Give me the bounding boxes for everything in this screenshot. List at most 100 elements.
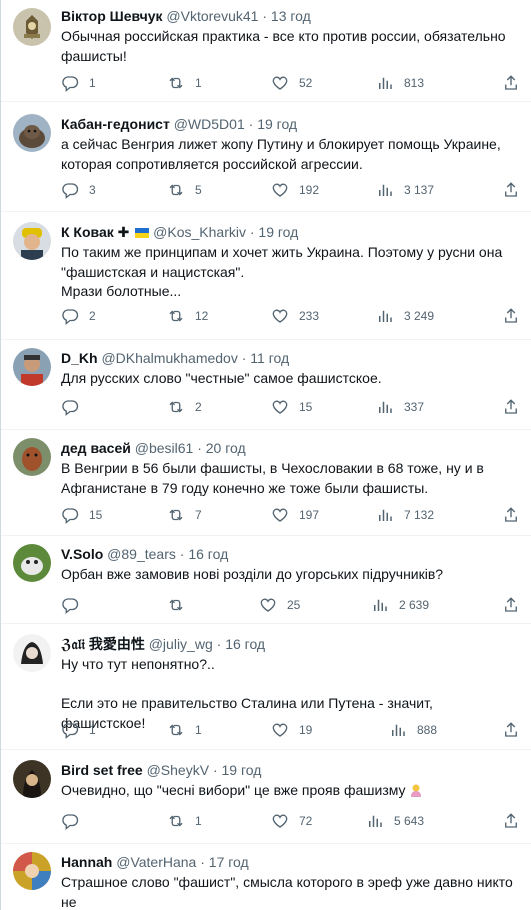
avatar[interactable]: [13, 222, 51, 260]
reply-button[interactable]: 15: [61, 505, 102, 525]
tweet[interactable]: D_Kh @DKhalmukhamedov · 11 год Для русск…: [1, 340, 531, 430]
timestamp[interactable]: 11 год: [250, 350, 289, 366]
retweet-button[interactable]: 1: [167, 720, 202, 740]
timestamp[interactable]: 16 год: [225, 636, 265, 652]
views-button[interactable]: 3 137: [376, 180, 434, 200]
avatar[interactable]: [13, 438, 51, 476]
reply-icon: [61, 307, 79, 325]
views-button[interactable]: 2 639: [371, 595, 429, 615]
tweet-header: Кабан-гедонист @WD5D01 · 19 год: [61, 114, 519, 134]
tweet-header: D_Kh @DKhalmukhamedov · 11 год: [61, 348, 519, 368]
timestamp[interactable]: 16 год: [188, 546, 228, 562]
retweet-button[interactable]: [167, 595, 195, 615]
timestamp[interactable]: 19 год: [257, 116, 297, 132]
timestamp[interactable]: 19 год: [222, 762, 262, 778]
share-button[interactable]: [502, 595, 520, 615]
retweet-button[interactable]: 5: [167, 180, 202, 200]
like-button[interactable]: 192: [271, 180, 319, 200]
retweet-button[interactable]: 1: [167, 811, 202, 831]
author-handle[interactable]: @89_tears: [107, 546, 176, 562]
author-handle[interactable]: @DKhalmukhamedov: [101, 350, 237, 366]
reply-count: 1: [89, 76, 96, 90]
tweet-text: По таким же принципам и хочет жить Украи…: [61, 244, 503, 300]
author-name[interactable]: Віктор Шевчук: [61, 8, 163, 24]
reply-button[interactable]: [61, 397, 89, 417]
tweet[interactable]: Віктор Шевчук @Vktorevuk41 · 13 год Обыч…: [1, 0, 531, 102]
avatar[interactable]: [13, 544, 51, 582]
share-button[interactable]: [502, 397, 520, 417]
author-name[interactable]: Bird set free: [61, 762, 143, 778]
views-button[interactable]: 5 643: [366, 811, 424, 831]
like-button[interactable]: 52: [271, 73, 312, 93]
author-name[interactable]: К Ковак: [61, 224, 114, 240]
share-button[interactable]: [502, 180, 520, 200]
tweet[interactable]: V.Solo @89_tears · 16 год Орбан вже замо…: [1, 536, 531, 624]
views-count: 813: [404, 76, 425, 90]
tweet[interactable]: Кабан-гедонист @WD5D01 · 19 год а сейчас…: [1, 102, 531, 212]
views-button[interactable]: 7 132: [376, 505, 434, 525]
reply-button[interactable]: 2: [61, 306, 96, 326]
heart-icon: [271, 812, 289, 830]
like-button[interactable]: 233: [271, 306, 319, 326]
author-handle[interactable]: @juliy_wg: [149, 636, 213, 652]
reply-button[interactable]: 3: [61, 180, 96, 200]
share-button[interactable]: [502, 720, 520, 740]
author-name[interactable]: Hannah: [61, 854, 112, 870]
author-name[interactable]: Кабан-гедонист: [61, 116, 170, 132]
author-name[interactable]: V.Solo: [61, 546, 103, 562]
tweet-actions: 2 12 233 3 249: [61, 306, 519, 326]
views-button[interactable]: 813: [376, 73, 424, 93]
reply-button[interactable]: [61, 595, 89, 615]
tweet-feed: Віктор Шевчук @Vktorevuk41 · 13 год Обыч…: [0, 0, 531, 910]
share-button[interactable]: [502, 505, 520, 525]
like-button[interactable]: 19: [271, 720, 312, 740]
avatar[interactable]: [13, 760, 51, 798]
author-name[interactable]: ℨ𝔞𝔩𝔦 我愛由性: [61, 636, 145, 652]
views-button[interactable]: 888: [389, 720, 437, 740]
author-handle[interactable]: @WD5D01: [174, 116, 245, 132]
author-name[interactable]: дед васей: [61, 440, 131, 456]
avatar[interactable]: [13, 8, 51, 46]
author-handle[interactable]: @Vktorevuk41: [166, 8, 258, 24]
reply-icon: [61, 181, 79, 199]
retweet-button[interactable]: 7: [167, 505, 202, 525]
retweet-button[interactable]: 12: [167, 306, 208, 326]
author-handle[interactable]: @Kos_Kharkiv: [153, 224, 246, 240]
avatar[interactable]: [13, 852, 51, 890]
like-button[interactable]: 72: [271, 811, 312, 831]
tweet[interactable]: дед васей @besil61 · 20 год В Венгрии в …: [1, 430, 531, 536]
timestamp[interactable]: 13 год: [271, 8, 311, 24]
reply-button[interactable]: 1: [61, 73, 96, 93]
reply-icon: [61, 812, 79, 830]
retweet-button[interactable]: 1: [167, 73, 202, 93]
reply-button[interactable]: 1: [61, 720, 96, 740]
avatar[interactable]: [13, 348, 51, 386]
reply-button[interactable]: [61, 811, 89, 831]
separator-dot: ·: [197, 440, 202, 456]
author-handle[interactable]: @VaterHana: [116, 854, 196, 870]
reply-count: 15: [89, 508, 103, 522]
tweet[interactable]: Hannah @VaterHana · 17 год Страшное слов…: [1, 844, 531, 910]
like-button[interactable]: 25: [259, 595, 300, 615]
author-handle[interactable]: @SheykV: [147, 762, 209, 778]
retweet-button[interactable]: 2: [167, 397, 202, 417]
timestamp[interactable]: 20 год: [206, 440, 246, 456]
tweet[interactable]: К Ковак ✚ @Kos_Kharkiv · 19 год По таким…: [1, 212, 531, 340]
like-button[interactable]: 197: [271, 505, 319, 525]
avatar[interactable]: [13, 114, 51, 152]
timestamp[interactable]: 17 год: [209, 854, 249, 870]
views-button[interactable]: 3 249: [376, 306, 434, 326]
share-button[interactable]: [502, 811, 520, 831]
author-handle[interactable]: @besil61: [135, 440, 194, 456]
share-button[interactable]: [502, 73, 520, 93]
author-name[interactable]: D_Kh: [61, 350, 98, 366]
tweet[interactable]: ℨ𝔞𝔩𝔦 我愛由性 @juliy_wg · 16 год Ну что тут …: [1, 624, 531, 750]
cross-badge: ✚: [117, 224, 130, 240]
reply-icon: [61, 506, 79, 524]
avatar[interactable]: [13, 634, 51, 672]
views-button[interactable]: 337: [376, 397, 424, 417]
tweet[interactable]: Bird set free @SheykV · 19 год Очевидно,…: [1, 750, 531, 844]
like-button[interactable]: 15: [271, 397, 312, 417]
timestamp[interactable]: 19 год: [258, 224, 298, 240]
share-button[interactable]: [502, 306, 520, 326]
